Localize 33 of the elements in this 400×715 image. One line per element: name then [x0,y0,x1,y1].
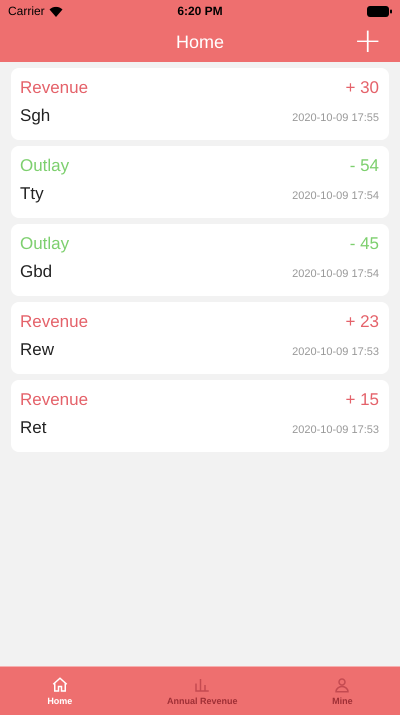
note-label: Tty [20,184,44,204]
category-label: Outlay [20,234,70,254]
page-title: Home [176,32,224,52]
timestamp: 2020-10-09 17:53 [292,346,379,358]
note-label: Rew [20,340,54,360]
amount-label: - 45 [350,234,379,254]
record-card[interactable]: Revenue + 15 Ret 2020-10-09 17:53 [11,380,389,452]
category-label: Revenue [20,312,88,332]
note-label: Sgh [20,106,50,126]
chart-icon [193,676,212,694]
home-icon [50,676,69,694]
record-card[interactable]: Outlay - 54 Tty 2020-10-09 17:54 [11,146,389,218]
amount-label: - 54 [350,156,379,176]
record-card[interactable]: Revenue + 23 Rew 2020-10-09 17:53 [11,302,389,374]
category-label: Outlay [20,156,70,176]
battery-icon [366,6,392,16]
category-label: Revenue [20,390,88,410]
timestamp: 2020-10-09 17:53 [292,424,379,436]
wifi-icon [48,6,63,16]
note-label: Ret [20,418,46,438]
record-card[interactable]: Outlay - 45 Gbd 2020-10-09 17:54 [11,224,389,296]
amount-label: + 23 [345,312,379,332]
category-label: Revenue [20,78,88,98]
amount-label: + 15 [345,390,379,410]
note-label: Gbd [20,262,52,282]
clock: 6:20 PM [177,4,223,18]
record-card[interactable]: Revenue + 30 Sgh 2020-10-09 17:55 [11,68,389,140]
person-icon [333,676,352,694]
timestamp: 2020-10-09 17:54 [292,268,379,280]
timestamp: 2020-10-09 17:55 [292,112,379,124]
amount-label: + 30 [345,78,379,98]
timestamp: 2020-10-09 17:54 [292,190,379,202]
carrier-label: Carrier [8,4,45,18]
